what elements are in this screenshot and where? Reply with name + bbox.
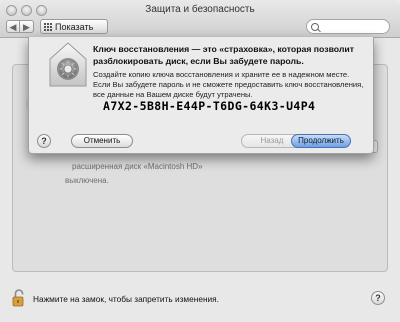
- window-title: Защита и безопасность: [145, 4, 255, 15]
- system-preferences-window: Защита и безопасность ◀ ▶ Показать все р…: [0, 0, 400, 322]
- title-bar: Защита и безопасность ◀ ▶ Показать все: [0, 0, 400, 46]
- forward-arrow-icon[interactable]: ▶: [20, 20, 34, 33]
- background-text: расширенная диск «Macintosh HD»: [72, 162, 203, 171]
- cancel-button[interactable]: Отменить: [71, 134, 133, 148]
- search-input[interactable]: [321, 21, 385, 32]
- recovery-key-text: A7X2-5B8H-E44P-T6DG-64K3-U4P4: [103, 99, 316, 113]
- dialog-title: Ключ восстановления — это «страховка», к…: [93, 44, 354, 66]
- lock-label: Нажмите на замок, чтобы запретить измене…: [33, 294, 219, 304]
- search-icon: [311, 23, 319, 31]
- bottom-bar: Нажмите на замок, чтобы запретить измене…: [0, 280, 400, 322]
- help-button[interactable]: ?: [37, 134, 51, 148]
- back-arrow-icon[interactable]: ◀: [6, 20, 20, 33]
- help-button-footer[interactable]: ?: [371, 291, 385, 305]
- show-all-button[interactable]: Показать все: [40, 19, 108, 46]
- padlock-open-icon[interactable]: [12, 289, 26, 307]
- continue-button[interactable]: Продолжить: [291, 134, 351, 148]
- recovery-key-sheet: Ключ восстановления — это «страховка», к…: [28, 37, 374, 154]
- filevault-lock-icon: [48, 42, 88, 88]
- grid-icon: [44, 23, 52, 31]
- dialog-message: Создайте копию ключа восстановления и хр…: [93, 70, 364, 99]
- background-status-text: выключена.: [65, 176, 109, 185]
- search-field[interactable]: [306, 19, 390, 34]
- navigation-buttons: ◀ ▶: [6, 20, 34, 33]
